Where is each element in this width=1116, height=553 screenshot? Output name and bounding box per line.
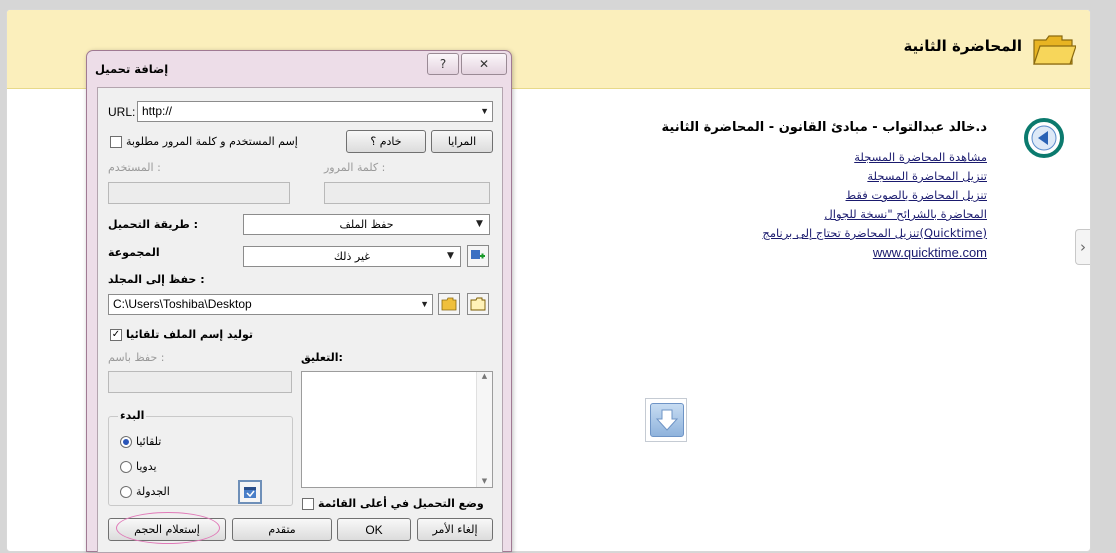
link-watch-recorded[interactable]: مشاهدة المحاضرة المسجلة [762, 148, 987, 167]
schedule-icon[interactable] [238, 480, 262, 504]
comment-label: :التعليق [301, 351, 343, 364]
start-schedule-radio[interactable] [120, 486, 132, 498]
comment-textarea[interactable]: ▲ ▼ [301, 371, 493, 488]
login-required-checkbox[interactable] [110, 136, 122, 148]
chevron-down-icon[interactable]: ▼ [420, 295, 429, 314]
start-schedule-label: الجدولة [136, 485, 170, 498]
top-queue-label: وضع التحميل في أعلى القائمة [318, 497, 484, 510]
advanced-button[interactable]: متقدم [232, 518, 332, 541]
help-button[interactable]: ? [427, 53, 459, 75]
password-field[interactable] [324, 182, 490, 204]
download-arrow-icon [650, 403, 684, 437]
link-quicktime-site[interactable]: www.quicktime.com [762, 243, 987, 262]
highlight-circle [116, 512, 220, 544]
proxy-button[interactable]: خادم ؟ [346, 130, 426, 153]
save-as-field[interactable] [108, 371, 292, 393]
dialog-body: URL: http:// ▼ إسم المستخدم و كلمة المرو… [97, 87, 503, 553]
lecture-title: د.خالد عبدالتواب - مبادئ القانون - المحا… [661, 120, 987, 135]
group-select[interactable]: غير ذلك ▼ [243, 246, 461, 267]
method-select[interactable]: حفظ الملف ▼ [243, 214, 490, 235]
method-label: : طريقة التحميل [108, 218, 198, 231]
group-label: المجموعة [108, 246, 160, 259]
mirrors-button[interactable]: المرايا [431, 130, 493, 153]
link-download-recorded[interactable]: تنزيل المحاضرة المسجلة [762, 167, 987, 186]
download-button[interactable] [645, 398, 687, 442]
save-to-combo[interactable]: C:\Users\Toshiba\Desktop ▼ [108, 294, 433, 315]
url-label: URL: [108, 105, 136, 119]
ok-button[interactable]: OK [337, 518, 411, 541]
top-queue-checkbox[interactable] [302, 498, 314, 510]
username-field[interactable] [108, 182, 290, 204]
username-label: : المستخدم [108, 161, 161, 174]
url-combo[interactable]: http:// ▼ [137, 101, 493, 122]
page-title: المحاضرة الثانية [903, 37, 1022, 55]
url-value: http:// [142, 104, 173, 118]
group-value: غير ذلك [333, 250, 371, 263]
start-manual-label: يدويا [136, 460, 157, 473]
comment-scrollbar[interactable]: ▲ ▼ [476, 372, 492, 487]
recent-folder-icon[interactable] [438, 293, 460, 315]
method-value: حفظ الملف [339, 218, 394, 231]
dialog-title: إضافة تحميل [95, 62, 169, 76]
folder-icon [1033, 35, 1076, 65]
audio-play-icon[interactable] [1023, 117, 1065, 159]
password-label: : كلمة المرور [324, 161, 386, 174]
start-group-label: البدء [118, 409, 147, 422]
browse-folder-icon[interactable] [467, 293, 489, 315]
cancel-button[interactable]: إلغاء الأمر [417, 518, 493, 541]
save-to-value: C:\Users\Toshiba\Desktop [113, 297, 252, 311]
save-to-label: : حفظ إلى المجلد [108, 273, 205, 286]
link-download-quicktime[interactable]: (Quicktime)تنزيل المحاضرة تحتاج إلى برنا… [762, 224, 987, 243]
start-manual-radio[interactable] [120, 461, 132, 473]
chevron-down-icon[interactable]: ▼ [447, 247, 454, 266]
next-page-arrow[interactable]: › [1075, 229, 1090, 265]
close-button[interactable]: ✕ [461, 53, 507, 75]
login-required-label: إسم المستخدم و كلمة المرور مطلوبة [126, 135, 298, 148]
save-as-label: : حفظ باسم [108, 351, 165, 364]
add-group-icon[interactable] [467, 245, 489, 267]
start-auto-radio[interactable] [120, 436, 132, 448]
auto-name-checkbox[interactable]: ✓ [110, 329, 122, 341]
link-slides-mobile[interactable]: المحاضرة بالشرائح "نسخة للجوال [762, 205, 987, 224]
chevron-down-icon[interactable]: ▼ [476, 215, 483, 234]
chevron-down-icon[interactable]: ▼ [480, 102, 489, 121]
lecture-links: مشاهدة المحاضرة المسجلة تنزيل المحاضرة ا… [762, 148, 987, 262]
add-download-dialog: إضافة تحميل ? ✕ URL: http:// ▼ إسم المست… [86, 50, 512, 553]
start-auto-label: تلقائيا [136, 435, 162, 448]
link-download-audio[interactable]: تنزيل المحاضرة بالصوت فقط [762, 186, 987, 205]
auto-name-label: توليد إسم الملف تلقائيا [126, 328, 253, 341]
